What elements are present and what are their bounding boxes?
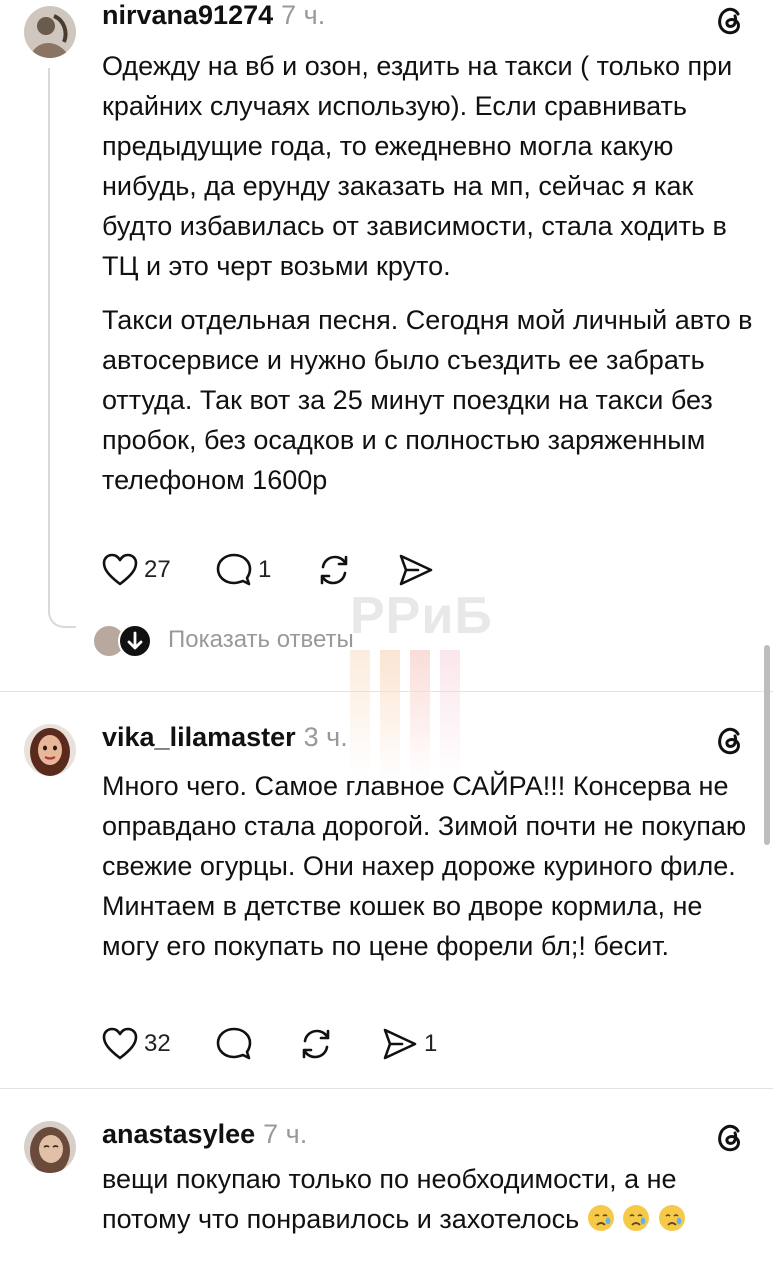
threads-icon[interactable] [713,4,747,38]
post-actions: 32 1 [102,1024,502,1064]
like-count: 27 [144,556,171,583]
username[interactable]: vika_lilamaster 3 ч. [102,722,348,753]
watermark: РРиБ [350,587,493,645]
scrollbar[interactable] [764,645,770,845]
post-time: 7 ч. [281,0,326,30]
post-text: Одежду на вб и озон, ездить на такси ( т… [102,46,762,500]
repost-icon [302,1029,330,1059]
like-button[interactable]: 27 [102,550,171,590]
repost-button[interactable] [298,1024,334,1064]
post-paragraph: вещи покупаю только по необходимости, а … [102,1159,762,1239]
divider [0,691,773,692]
comment-icon [216,1027,252,1060]
comment-button[interactable] [216,1024,258,1064]
threads-icon[interactable] [713,724,747,758]
post-paragraph: Одежду на вб и озон, ездить на такси ( т… [102,51,733,281]
post-time: 7 ч. [263,1119,308,1149]
post-text: Много чего. Самое главное САЙРА!!! Консе… [102,766,762,966]
share-button[interactable]: 1 [382,1024,437,1064]
avatar[interactable] [24,1121,76,1173]
post-text: вещи покупаю только по необходимости, а … [102,1159,762,1239]
post-paragraph: Много чего. Самое главное САЙРА!!! Консе… [102,771,747,961]
repost-button[interactable] [316,550,352,590]
repost-icon [320,555,348,585]
post-paragraph: Такси отдельная песня. Сегодня мой личны… [102,305,753,495]
divider [0,1088,773,1089]
comment-count: 1 [258,556,272,583]
avatar[interactable] [24,6,76,58]
username-text[interactable]: anastasylee [102,1119,255,1149]
username[interactable]: nirvana91274 7 ч. [102,0,325,31]
send-icon [399,554,433,586]
thread-line [48,68,50,608]
arrow-down-icon [118,624,152,658]
username[interactable]: anastasylee 7 ч. [102,1119,307,1150]
threads-icon[interactable] [713,1121,747,1155]
post-time: 3 ч. [303,722,348,752]
avatar[interactable] [24,724,76,776]
share-button[interactable] [398,550,434,590]
crying-face-emoji [587,1205,614,1231]
show-replies-link[interactable]: Показать ответы [168,626,354,654]
crying-face-emoji [623,1205,650,1231]
share-count: 1 [424,1030,438,1057]
like-count: 32 [144,1030,171,1057]
heart-icon [102,1027,138,1060]
thread-connector [48,608,76,628]
crying-face-emoji [658,1205,685,1231]
comment-button[interactable]: 1 [216,550,271,590]
heart-icon [102,553,138,586]
post-actions: 27 1 [102,550,502,590]
like-button[interactable]: 32 [102,1024,171,1064]
send-icon [383,1028,417,1060]
comment-icon [216,553,252,586]
reply-avatars[interactable] [92,624,152,658]
username-text[interactable]: vika_lilamaster [102,722,296,752]
username-text[interactable]: nirvana91274 [102,0,273,30]
watermark-bars [350,650,460,780]
